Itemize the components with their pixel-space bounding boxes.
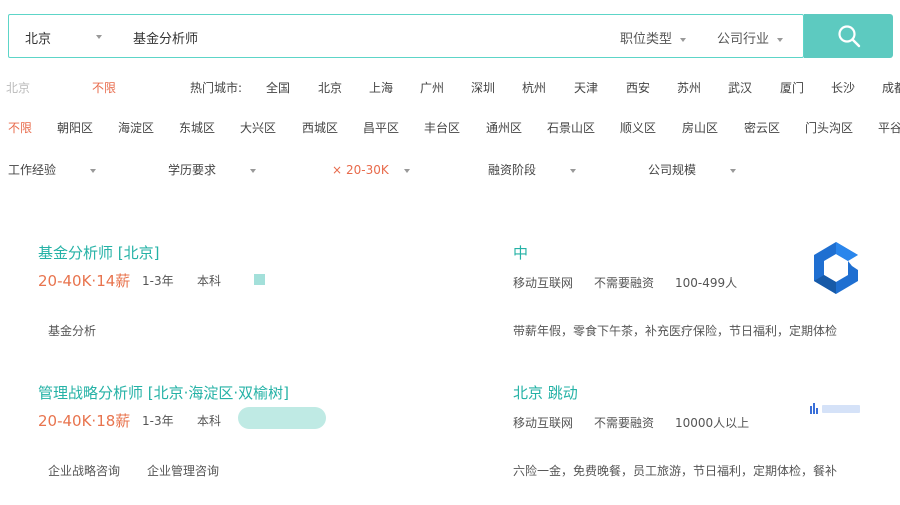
other-filter-row: 工作经验 学历要求 × 20-30K 融资阶段 公司规模 [0,158,900,182]
chevron-down-icon [680,37,687,42]
district-item[interactable]: 平谷 [878,116,900,140]
district-item[interactable]: 大兴区 [240,116,276,140]
salary-filter[interactable]: 20-30K [346,158,389,182]
education-filter[interactable]: 学历要求 [168,158,216,182]
job-experience: 1-3年 [142,414,174,428]
skill-tag: 基金分析 [48,324,97,338]
chevron-down-icon[interactable] [250,169,256,173]
district-item[interactable]: 房山区 [682,116,718,140]
experience-filter[interactable]: 工作经验 [8,158,56,182]
company-size: 100-499人 [675,276,738,290]
city-item[interactable]: 全国 [266,76,290,100]
salary-filter-clear[interactable]: × [332,158,342,182]
recruiter-info [238,407,326,429]
search-input[interactable] [133,26,593,48]
district-item[interactable]: 顺义区 [620,116,656,140]
job-education: 本科 [197,274,222,288]
city-item[interactable]: 成都 [882,76,900,100]
company-size: 10000人以上 [675,416,750,430]
chevron-down-icon[interactable] [730,169,736,173]
job-card[interactable]: 管理战略分析师 [北京·海淀区·双榆树] 20-40K·18薪 1-3年 本科 … [0,380,900,500]
job-card[interactable]: 基金分析师 [北京] 20-40K·14薪 1-3年 本科 基金分析 中 移动互… [0,240,900,360]
city-item[interactable]: 长沙 [831,76,855,100]
city-item[interactable]: 武汉 [728,76,752,100]
company-perks: 六险一金，免费晚餐，员工旅游，节日福利，定期体检，餐补 [513,464,838,478]
city-item[interactable]: 西安 [626,76,650,100]
company-size-filter[interactable]: 公司规模 [648,158,696,182]
city-item[interactable]: 上海 [369,76,393,100]
district-item[interactable]: 通州区 [486,116,522,140]
skill-tag: 企业战略咨询 [48,464,121,478]
search-bar: 北京 职位类型 公司行业 [8,14,804,58]
district-item[interactable]: 密云区 [744,116,780,140]
chevron-down-icon[interactable] [404,169,410,173]
job-title[interactable]: 管理战略分析师 [北京·海淀区·双榆树] [38,382,289,403]
district-item[interactable]: 朝阳区 [57,116,93,140]
city-item[interactable]: 厦门 [780,76,804,100]
district-item[interactable]: 海淀区 [118,116,154,140]
city-item[interactable]: 深圳 [471,76,495,100]
city-item[interactable]: 苏州 [677,76,701,100]
company-industry: 移动互联网 [513,276,574,290]
skill-tag: 企业管理咨询 [147,464,220,478]
city-item[interactable]: 广州 [420,76,444,100]
district-item[interactable]: 丰台区 [424,116,460,140]
job-type-label: 职位类型 [620,32,673,47]
district-item[interactable]: 不限 [8,116,32,140]
city-item[interactable]: 北京 [318,76,342,100]
company-funding: 不需要融资 [594,416,655,430]
funding-filter[interactable]: 融资阶段 [488,158,536,182]
district-item[interactable]: 石景山区 [547,116,595,140]
district-item[interactable]: 东城区 [179,116,215,140]
recruiter-avatar [254,274,265,285]
city-item[interactable]: 天津 [574,76,598,100]
job-type-filter[interactable]: 职位类型 [620,28,687,47]
company-logo-icon[interactable] [808,400,862,416]
chevron-down-icon[interactable] [90,169,96,173]
district-item[interactable]: 西城区 [302,116,338,140]
company-industry: 移动互联网 [513,416,574,430]
district-filter-row: 不限 朝阳区 海淀区 东城区 大兴区 西城区 昌平区 丰台区 通州区 石景山区 … [0,116,900,140]
company-name[interactable]: 北京 跳动 [513,382,578,403]
job-education: 本科 [197,414,222,428]
company-logo-icon[interactable] [810,240,862,296]
company-funding: 不需要融资 [594,276,655,290]
chevron-down-icon[interactable] [96,35,102,39]
district-item[interactable]: 昌平区 [363,116,399,140]
job-experience: 1-3年 [142,274,174,288]
search-city-select[interactable]: 北京 [25,28,51,47]
chevron-down-icon [777,37,784,42]
city-filter-row: 北京 不限 热门城市: 全国 北京 上海 广州 深圳 杭州 天津 西安 苏州 武… [0,76,900,100]
job-salary: 20-40K·14薪 [38,272,131,290]
company-name[interactable]: 中 [513,242,528,263]
hot-cities-label: 热门城市: [190,81,243,95]
job-salary: 20-40K·18薪 [38,412,131,430]
chevron-down-icon[interactable] [570,169,576,173]
industry-filter[interactable]: 公司行业 [717,28,784,47]
search-button[interactable] [804,14,893,58]
job-title[interactable]: 基金分析师 [北京] [38,242,159,263]
district-item[interactable]: 门头沟区 [805,116,853,140]
company-perks: 带薪年假，零食下午茶，补充医疗保险，节日福利，定期体检 [513,324,838,338]
current-city-label: 北京 [6,81,31,95]
city-unlimited[interactable]: 不限 [92,76,116,100]
search-icon [838,25,861,48]
city-item[interactable]: 杭州 [522,76,546,100]
industry-label: 公司行业 [717,32,770,47]
